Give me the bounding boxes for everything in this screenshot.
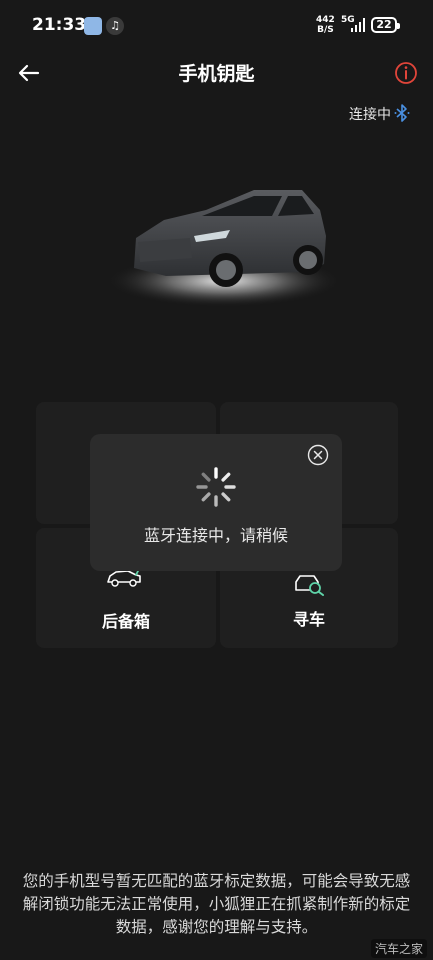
- bluetooth-icon: [394, 104, 410, 122]
- battery-indicator: 22: [371, 17, 400, 33]
- compatibility-notice: 您的手机型号暂无匹配的蓝牙标定数据，可能会导致无感解闭锁功能无法正常使用，小狐狸…: [22, 872, 411, 936]
- loading-spinner-icon: [196, 467, 236, 507]
- find-car-label: 寻车: [292, 610, 325, 629]
- loading-message: 蓝牙连接中，请稍候: [143, 526, 288, 545]
- car-image: [106, 176, 342, 316]
- watermark: 汽车之家: [370, 939, 427, 958]
- find-car-icon: [295, 575, 324, 596]
- connection-status: 连接中: [349, 107, 391, 123]
- trunk-label: 后备箱: [101, 612, 150, 631]
- app-header: 手机钥匙: [0, 50, 433, 105]
- loading-dialog: 蓝牙连接中，请稍候: [90, 434, 342, 571]
- signal-icon: [351, 18, 365, 32]
- info-icon[interactable]: [393, 60, 419, 86]
- voice-app-icon: ♫: [106, 17, 124, 35]
- network-speed: 442 B/S: [316, 15, 335, 35]
- status-bar: 21:33 ♫ 442 B/S 5G 22: [0, 0, 433, 50]
- close-icon[interactable]: [307, 444, 329, 466]
- status-time: 21:33: [32, 15, 87, 35]
- notification-app-icon: [84, 17, 102, 35]
- page-title: 手机钥匙: [178, 63, 255, 85]
